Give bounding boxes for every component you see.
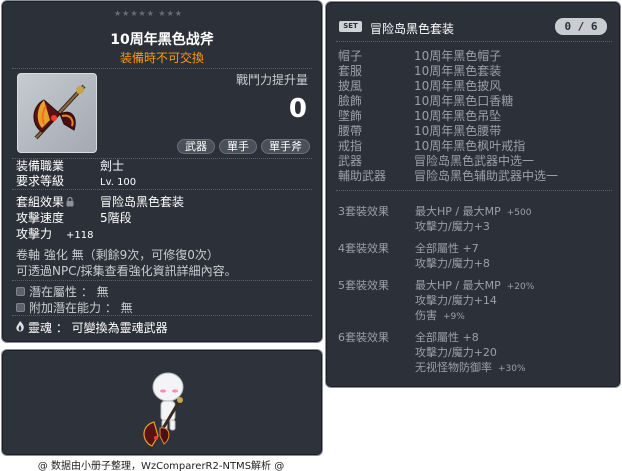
power-increase-label: 戰鬥力提升量	[235, 73, 308, 87]
character-preview-panel	[1, 349, 323, 456]
set-bonus-line: 无视怪物防御率 +30%	[415, 361, 526, 374]
additional-potential-row: 附加潛在能力 ： 無	[16, 299, 133, 316]
set-piece-secondary: 輔助武器 冒险岛黑色辅助武器中选一	[338, 169, 559, 183]
item-icon-frame	[17, 73, 97, 153]
additional-potential-label: 附加潛在能力	[29, 301, 102, 315]
potential-label: 潛在屬性	[29, 285, 78, 299]
potential-value: 無	[96, 285, 109, 299]
attack-label: 攻擊力	[16, 227, 53, 241]
attack-value: +118	[66, 230, 94, 241]
speed-value: 5階段	[100, 211, 132, 225]
set-bonus-line: 最大HP / 最大MP +500	[415, 205, 532, 218]
set-bonus-line: 全部屬性 +7	[415, 242, 479, 255]
tag-weapon: 武器	[177, 139, 215, 154]
potential-row: 潛在屬性 ： 無	[16, 283, 109, 300]
set-effect-panel: SET 冒险岛黑色套装 0 / 6 帽子 10周年黑色帽子 套服 10周年黑色套装 …	[325, 1, 621, 388]
soul-row: 靈魂 ： 可變換為靈魂武器	[15, 319, 168, 336]
power-increase-value: 0	[288, 94, 307, 124]
set-bonus-4-title: 4套裝效果	[338, 242, 389, 255]
scroll-upgrade-hint: 可透過NPC/採集查看強化資訊詳細內容。	[16, 264, 237, 278]
set-bonus-6-title: 6套裝效果	[338, 331, 389, 344]
character-avatar	[143, 372, 184, 451]
set-count-badge: 0 / 6	[555, 18, 607, 35]
lock-icon	[66, 197, 74, 207]
tag-one-handed-axe: 單手斧	[261, 139, 310, 154]
divider	[12, 68, 312, 69]
speed-label: 攻擊速度	[16, 211, 65, 225]
speed-row: 攻擊速度 5階段	[16, 209, 132, 226]
set-bonus-3-title: 3套裝效果	[338, 205, 389, 218]
soul-value: 可變換為靈魂武器	[71, 321, 168, 335]
level-label: 要求等級	[16, 174, 65, 188]
divider	[12, 280, 312, 281]
level-value: Lv. 100	[100, 177, 137, 188]
set-label: 套組效果	[16, 195, 65, 209]
item-tags: 武器 單手 單手斧	[177, 139, 310, 154]
set-bonus-line: 伤害 +9%	[415, 309, 465, 322]
soul-flame-icon	[16, 321, 24, 332]
scroll-upgrade-info: 卷軸 強化 無（剩餘9次，可修復0次）	[16, 248, 219, 262]
set-bonus-line: 最大HP / 最大MP +20%	[415, 279, 535, 292]
divider	[12, 189, 312, 190]
level-row: 要求等級 Lv. 100	[16, 172, 136, 189]
set-bonus-line: 攻擊力/魔力+8	[415, 257, 490, 270]
tag-one-handed: 單手	[219, 139, 257, 154]
trade-notice: 装備時不可交換	[119, 51, 204, 65]
set-bonus-line: 攻擊力/魔力+20	[415, 346, 497, 359]
item-name: 10周年黑色战斧	[110, 32, 214, 48]
divider	[336, 190, 612, 191]
star-force-indicator: ★★★★★ ★★★	[114, 9, 183, 18]
set-bonus-line: 攻擊力/魔力+3	[415, 220, 490, 233]
set-row: 套組效果 冒险岛黑色套装	[16, 193, 184, 210]
soul-label: 靈魂	[28, 321, 53, 335]
set-badge: SET	[339, 21, 362, 32]
additional-potential-value: 無	[120, 301, 133, 315]
set-bonus-line: 全部屬性 +8	[415, 331, 479, 344]
axe-icon	[33, 84, 86, 140]
set-bonus-5-title: 5套裝效果	[338, 279, 389, 292]
potential-icon	[16, 287, 25, 296]
set-value[interactable]: 冒险岛黑色套装	[100, 193, 184, 210]
divider	[12, 315, 312, 316]
attack-row: 攻擊力 +118	[16, 225, 93, 242]
additional-potential-icon	[16, 303, 25, 312]
divider	[336, 41, 612, 42]
credit-footer: @ 数据由小册子整理，WzComparerR2-NTMS解析 @	[37, 461, 285, 471]
set-bonus-line: 攻擊力/魔力+14	[415, 294, 497, 307]
item-tooltip-panel: ★★★★★ ★★★ 10周年黑色战斧 装備時不可交換 戰鬥力提升量 0 武器 單…	[1, 0, 323, 343]
set-name: 冒险岛黑色套装	[370, 22, 455, 36]
